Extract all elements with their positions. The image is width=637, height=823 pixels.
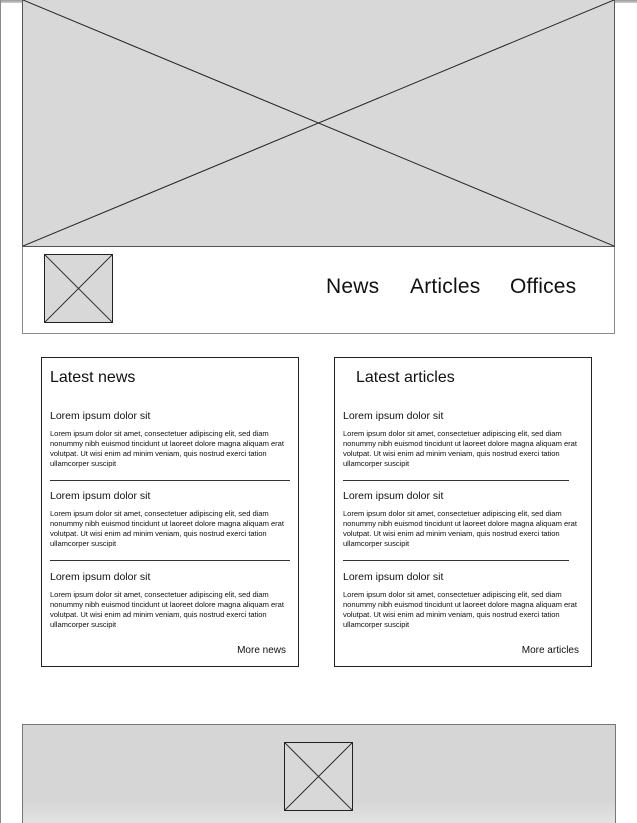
- site-footer: [22, 724, 616, 823]
- more-news-link[interactable]: More news: [237, 645, 286, 656]
- logo-placeholder-icon: [45, 255, 112, 322]
- latest-news-card: Latest news Lorem ipsum dolor sit Lorem …: [41, 357, 299, 667]
- news-divider: [50, 560, 290, 561]
- news-item-title[interactable]: Lorem ipsum dolor sit: [50, 410, 290, 423]
- article-item-body: Lorem ipsum dolor sit amet, consectetuer…: [343, 590, 577, 629]
- article-item[interactable]: Lorem ipsum dolor sit Lorem ipsum dolor …: [343, 410, 583, 469]
- news-item[interactable]: Lorem ipsum dolor sit Lorem ipsum dolor …: [50, 571, 290, 630]
- news-item-body: Lorem ipsum dolor sit amet, consectetuer…: [50, 429, 284, 468]
- hero-image-placeholder: [22, 0, 615, 247]
- latest-news-heading: Latest news: [50, 369, 136, 386]
- latest-articles-card: Latest articles Lorem ipsum dolor sit Lo…: [334, 357, 592, 667]
- site-header: News Articles Offices: [22, 247, 615, 334]
- latest-articles-heading: Latest articles: [356, 369, 455, 386]
- nav-link-offices[interactable]: Offices: [510, 275, 576, 299]
- article-item-title[interactable]: Lorem ipsum dolor sit: [343, 490, 583, 503]
- nav-link-articles[interactable]: Articles: [410, 275, 480, 299]
- wireframe-page: News Articles Offices Latest news Lorem …: [0, 0, 637, 823]
- news-item[interactable]: Lorem ipsum dolor sit Lorem ipsum dolor …: [50, 490, 290, 549]
- news-item[interactable]: Lorem ipsum dolor sit Lorem ipsum dolor …: [50, 410, 290, 469]
- article-item-body: Lorem ipsum dolor sit amet, consectetuer…: [343, 509, 577, 548]
- logo-placeholder[interactable]: [44, 254, 113, 323]
- nav-link-news[interactable]: News: [326, 275, 379, 299]
- article-item[interactable]: Lorem ipsum dolor sit Lorem ipsum dolor …: [343, 571, 583, 630]
- image-placeholder-icon: [23, 0, 614, 246]
- image-placeholder-icon: [285, 743, 352, 810]
- news-divider: [50, 480, 290, 481]
- news-item-title[interactable]: Lorem ipsum dolor sit: [50, 490, 290, 503]
- article-item[interactable]: Lorem ipsum dolor sit Lorem ipsum dolor …: [343, 490, 583, 549]
- more-articles-link[interactable]: More articles: [522, 645, 579, 656]
- news-item-body: Lorem ipsum dolor sit amet, consectetuer…: [50, 590, 284, 629]
- article-item-body: Lorem ipsum dolor sit amet, consectetuer…: [343, 429, 577, 468]
- article-item-title[interactable]: Lorem ipsum dolor sit: [343, 571, 583, 584]
- news-item-title[interactable]: Lorem ipsum dolor sit: [50, 571, 290, 584]
- article-item-title[interactable]: Lorem ipsum dolor sit: [343, 410, 583, 423]
- news-item-body: Lorem ipsum dolor sit amet, consectetuer…: [50, 509, 284, 548]
- article-divider: [343, 480, 569, 481]
- article-divider: [343, 560, 569, 561]
- footer-logo-placeholder: [284, 742, 353, 811]
- page-left-border: [0, 0, 1, 823]
